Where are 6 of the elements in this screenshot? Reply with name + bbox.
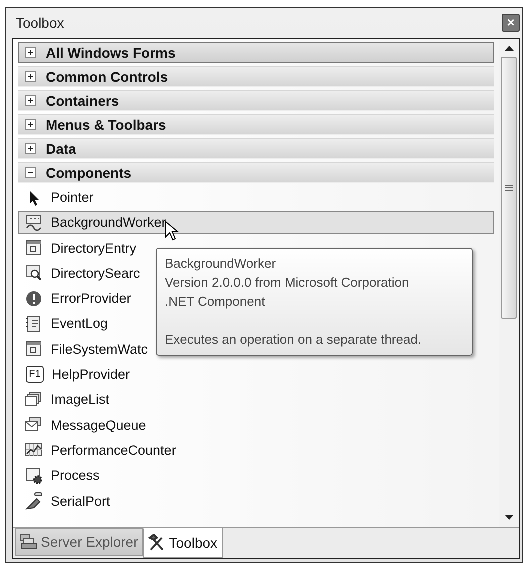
key-icon: F1 bbox=[26, 366, 44, 384]
tooltip-line: Version 2.0.0.0 from Microsoft Corporation bbox=[165, 274, 410, 292]
window-title: Toolbox bbox=[16, 15, 64, 31]
tooltip-line: BackgroundWorker bbox=[165, 255, 278, 273]
tooltip-description: Executes an operation on a separate thread. bbox=[165, 331, 423, 349]
tooltip-line: .NET Component bbox=[165, 293, 266, 311]
